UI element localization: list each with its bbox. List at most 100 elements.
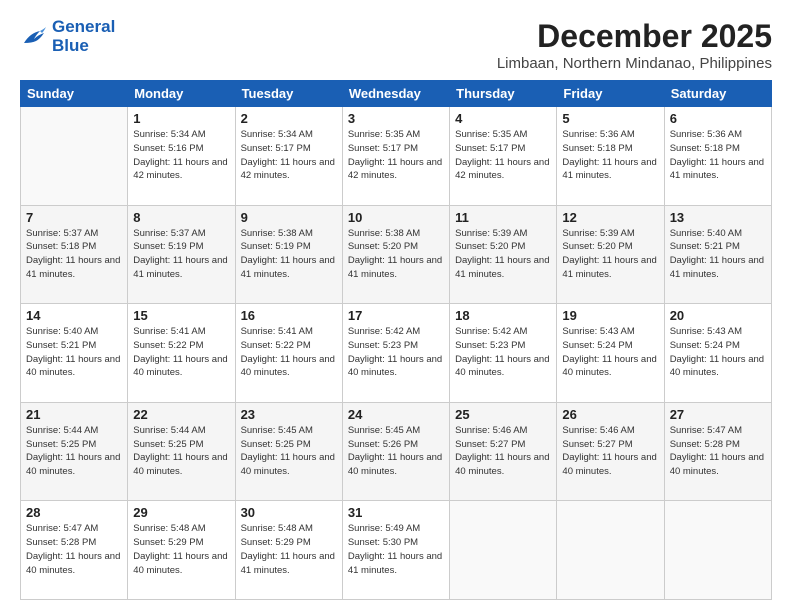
day-info: Sunrise: 5:36 AMSunset: 5:18 PMDaylight:…: [562, 128, 658, 183]
calendar-cell: 1Sunrise: 5:34 AMSunset: 5:16 PMDaylight…: [128, 107, 235, 206]
calendar-cell: 14 Sunrise: 5:40 AMSunset: 5:21 PMDayligh…: [21, 304, 128, 403]
calendar-cell: 17 Sunrise: 5:42 AMSunset: 5:23 PMDayligh…: [342, 304, 449, 403]
day-info: Sunrise: 5:39 AMSunset: 5:20 PMDaylight:…: [455, 227, 551, 282]
calendar-cell: 9 Sunrise: 5:38 AMSunset: 5:19 PMDaylight…: [235, 205, 342, 304]
day-number: 27: [670, 407, 766, 422]
day-info: Sunrise: 5:43 AMSunset: 5:24 PMDaylight:…: [562, 325, 658, 380]
day-info: Sunrise: 5:41 AMSunset: 5:22 PMDaylight:…: [241, 325, 337, 380]
calendar-cell: 24 Sunrise: 5:45 AMSunset: 5:26 PMDayligh…: [342, 402, 449, 501]
weekday-header: Thursday: [450, 81, 557, 107]
day-number: 21: [26, 407, 122, 422]
calendar-cell: 18 Sunrise: 5:42 AMSunset: 5:23 PMDayligh…: [450, 304, 557, 403]
day-info: Sunrise: 5:38 AMSunset: 5:19 PMDaylight:…: [241, 227, 337, 282]
calendar-cell: 6 Sunrise: 5:36 AMSunset: 5:18 PMDaylight…: [664, 107, 771, 206]
day-number: 8: [133, 210, 229, 225]
day-number: 9: [241, 210, 337, 225]
calendar-cell: 20 Sunrise: 5:43 AMSunset: 5:24 PMDayligh…: [664, 304, 771, 403]
day-info: Sunrise: 5:41 AMSunset: 5:22 PMDaylight:…: [133, 325, 229, 380]
day-number: 4: [455, 111, 551, 126]
day-number: 29: [133, 505, 229, 520]
calendar-header-row: SundayMondayTuesdayWednesdayThursdayFrid…: [21, 81, 772, 107]
day-number: 7: [26, 210, 122, 225]
day-info: Sunrise: 5:40 AMSunset: 5:21 PMDaylight:…: [26, 325, 122, 380]
day-number: 19: [562, 308, 658, 323]
title-area: December 2025 Limbaan, Northern Mindanao…: [497, 18, 772, 72]
weekday-header: Friday: [557, 81, 664, 107]
day-number: 13: [670, 210, 766, 225]
logo-text: General Blue: [52, 18, 115, 55]
weekday-header: Monday: [128, 81, 235, 107]
calendar-cell: 23Sunrise: 5:45 AMSunset: 5:25 PMDayligh…: [235, 402, 342, 501]
calendar-cell: 8 Sunrise: 5:37 AMSunset: 5:19 PMDaylight…: [128, 205, 235, 304]
calendar-cell: 31 Sunrise: 5:49 AMSunset: 5:30 PMDayligh…: [342, 501, 449, 600]
day-info: Sunrise: 5:45 AMSunset: 5:26 PMDaylight:…: [348, 424, 444, 479]
day-number: 25: [455, 407, 551, 422]
day-number: 31: [348, 505, 444, 520]
calendar-cell: [21, 107, 128, 206]
day-number: 26: [562, 407, 658, 422]
calendar-cell: 19 Sunrise: 5:43 AMSunset: 5:24 PMDayligh…: [557, 304, 664, 403]
day-info: Sunrise: 5:34 AMSunset: 5:16 PMDaylight:…: [133, 128, 229, 183]
day-info: Sunrise: 5:40 AMSunset: 5:21 PMDaylight:…: [670, 227, 766, 282]
calendar-week-row: 1Sunrise: 5:34 AMSunset: 5:16 PMDaylight…: [21, 107, 772, 206]
day-info: Sunrise: 5:37 AMSunset: 5:18 PMDaylight:…: [26, 227, 122, 282]
day-number: 14: [26, 308, 122, 323]
weekday-header: Saturday: [664, 81, 771, 107]
calendar-cell: 15 Sunrise: 5:41 AMSunset: 5:22 PMDayligh…: [128, 304, 235, 403]
calendar-week-row: 21 Sunrise: 5:44 AMSunset: 5:25 PMDayligh…: [21, 402, 772, 501]
day-number: 24: [348, 407, 444, 422]
calendar-cell: 3 Sunrise: 5:35 AMSunset: 5:17 PMDaylight…: [342, 107, 449, 206]
calendar-cell: [557, 501, 664, 600]
day-number: 18: [455, 308, 551, 323]
day-info: Sunrise: 5:37 AMSunset: 5:19 PMDaylight:…: [133, 227, 229, 282]
day-info: Sunrise: 5:49 AMSunset: 5:30 PMDaylight:…: [348, 522, 444, 577]
day-number: 20: [670, 308, 766, 323]
day-info: Sunrise: 5:46 AMSunset: 5:27 PMDaylight:…: [562, 424, 658, 479]
day-number: 6: [670, 111, 766, 126]
day-number: 28: [26, 505, 122, 520]
day-info: Sunrise: 5:43 AMSunset: 5:24 PMDaylight:…: [670, 325, 766, 380]
calendar-cell: 21Sunrise: 5:44 AMSunset: 5:25 PMDayligh…: [21, 402, 128, 501]
day-number: 10: [348, 210, 444, 225]
day-number: 30: [241, 505, 337, 520]
day-info: Sunrise: 5:42 AMSunset: 5:23 PMDaylight:…: [348, 325, 444, 380]
day-number: 2: [241, 111, 337, 126]
weekday-header: Sunday: [21, 81, 128, 107]
day-info: Sunrise: 5:39 AMSunset: 5:20 PMDaylight:…: [562, 227, 658, 282]
calendar-cell: 27 Sunrise: 5:47 AMSunset: 5:28 PMDayligh…: [664, 402, 771, 501]
day-info: Sunrise: 5:36 AMSunset: 5:18 PMDaylight:…: [670, 128, 766, 183]
day-info: Sunrise: 5:47 AMSunset: 5:28 PMDaylight:…: [670, 424, 766, 479]
calendar-cell: 30Sunrise: 5:48 AMSunset: 5:29 PMDayligh…: [235, 501, 342, 600]
day-number: 5: [562, 111, 658, 126]
day-info: Sunrise: 5:42 AMSunset: 5:23 PMDaylight:…: [455, 325, 551, 380]
calendar-cell: 11Sunrise: 5:39 AMSunset: 5:20 PMDayligh…: [450, 205, 557, 304]
day-info: Sunrise: 5:35 AMSunset: 5:17 PMDaylight:…: [348, 128, 444, 183]
calendar-cell: 25Sunrise: 5:46 AMSunset: 5:27 PMDayligh…: [450, 402, 557, 501]
day-info: Sunrise: 5:38 AMSunset: 5:20 PMDaylight:…: [348, 227, 444, 282]
calendar-cell: 13 Sunrise: 5:40 AMSunset: 5:21 PMDayligh…: [664, 205, 771, 304]
day-number: 15: [133, 308, 229, 323]
calendar-cell: 12 Sunrise: 5:39 AMSunset: 5:20 PMDayligh…: [557, 205, 664, 304]
day-info: Sunrise: 5:35 AMSunset: 5:17 PMDaylight:…: [455, 128, 551, 183]
logo: General Blue: [20, 18, 115, 55]
day-number: 12: [562, 210, 658, 225]
calendar-cell: 10 Sunrise: 5:38 AMSunset: 5:20 PMDayligh…: [342, 205, 449, 304]
calendar-cell: 26 Sunrise: 5:46 AMSunset: 5:27 PMDayligh…: [557, 402, 664, 501]
day-info: Sunrise: 5:48 AMSunset: 5:29 PMDaylight:…: [133, 522, 229, 577]
weekday-header: Tuesday: [235, 81, 342, 107]
calendar-table: SundayMondayTuesdayWednesdayThursdayFrid…: [20, 80, 772, 600]
day-info: Sunrise: 5:34 AMSunset: 5:17 PMDaylight:…: [241, 128, 337, 183]
day-info: Sunrise: 5:44 AMSunset: 5:25 PMDaylight:…: [133, 424, 229, 479]
calendar-cell: [664, 501, 771, 600]
day-number: 3: [348, 111, 444, 126]
calendar-cell: [450, 501, 557, 600]
day-number: 17: [348, 308, 444, 323]
calendar-week-row: 28Sunrise: 5:47 AMSunset: 5:28 PMDayligh…: [21, 501, 772, 600]
calendar-cell: 28Sunrise: 5:47 AMSunset: 5:28 PMDayligh…: [21, 501, 128, 600]
month-title: December 2025: [497, 18, 772, 55]
calendar-cell: 7 Sunrise: 5:37 AMSunset: 5:18 PMDaylight…: [21, 205, 128, 304]
header: General Blue December 2025 Limbaan, Nort…: [20, 18, 772, 72]
day-number: 16: [241, 308, 337, 323]
day-info: Sunrise: 5:45 AMSunset: 5:25 PMDaylight:…: [241, 424, 337, 479]
location-title: Limbaan, Northern Mindanao, Philippines: [497, 55, 772, 72]
